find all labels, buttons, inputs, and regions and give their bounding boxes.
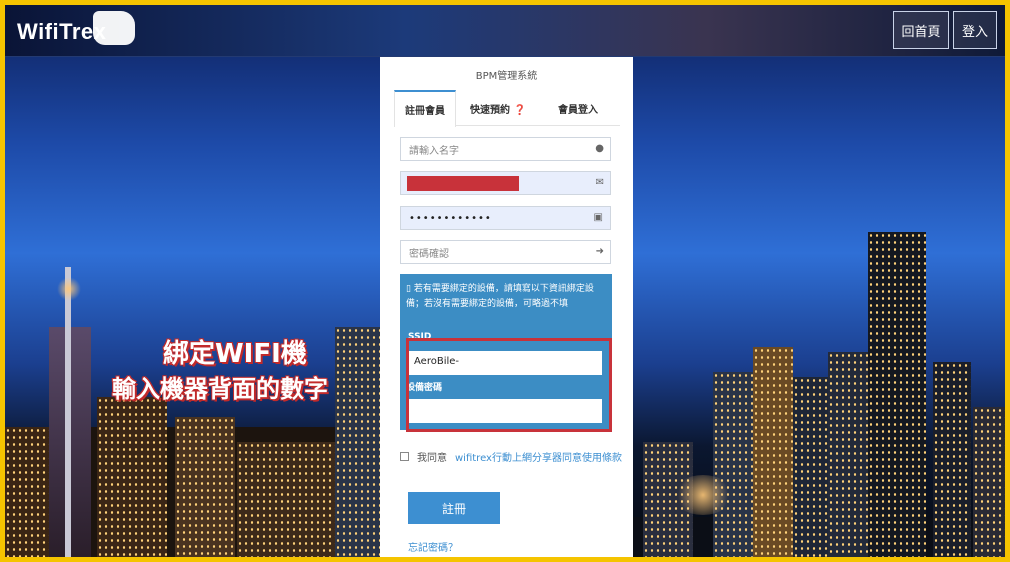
panel-title: BPM管理系統: [475, 71, 538, 82]
name-input[interactable]: 請輸入名字 ●: [400, 137, 611, 161]
terms-prefix: 我同意: [417, 453, 447, 464]
home-button[interactable]: 回首頁: [893, 11, 949, 49]
tab-quick-booking[interactable]: 快速預約 ❓: [460, 90, 536, 126]
user-icon: ●: [595, 143, 604, 154]
overlay-title: 綁定WIFI機: [163, 339, 307, 369]
background-frame: WifiTrex 回首頁 登入 綁定WIFI機 輸入機器背面的數字 BPM管理系…: [5, 5, 1005, 557]
city-skyline-right: [633, 5, 1005, 557]
mobile-icon: ▯: [406, 284, 414, 294]
logo[interactable]: WifiTrex: [17, 19, 106, 45]
tab-bar: 註冊會員 快速預約 ❓ 會員登入: [394, 90, 620, 127]
device-binding-message: 若有需要綁定的設備，請填寫以下資訊綁定設備；若沒有需要綁定的設備，可略過不填: [406, 284, 594, 309]
password-value: ••••••••••••: [409, 212, 492, 224]
confirm-password-input[interactable]: 密碼確認 ➜: [400, 240, 611, 264]
registration-panel: BPM管理系統 註冊會員 快速預約 ❓ 會員登入 請輸入名字 ● ✉ •••••…: [380, 57, 633, 557]
password-input[interactable]: •••••••••••• ▣: [400, 206, 611, 230]
highlight-box: [406, 338, 612, 432]
confirm-placeholder: 密碼確認: [409, 248, 449, 260]
register-button[interactable]: 註冊: [408, 492, 500, 524]
forgot-password-link[interactable]: 忘記密碼？: [408, 539, 458, 554]
overlay-subtitle: 輸入機器背面的數字: [112, 375, 328, 403]
sign-in-icon: ➜: [595, 246, 604, 257]
tab-register[interactable]: 註冊會員: [394, 90, 456, 127]
device-binding-message-wrap: ▯ 若有需要綁定的設備，請填寫以下資訊綁定設備；若沒有需要綁定的設備，可略過不填: [406, 282, 606, 312]
lock-icon: ▣: [593, 212, 604, 223]
tab-member-login[interactable]: 會員登入: [540, 90, 616, 126]
terms-agreement: 我同意 wifitrex行動上網分享器同意使用條款: [400, 449, 622, 464]
city-skyline-left: [5, 5, 380, 557]
terms-link[interactable]: wifitrex行動上網分享器同意使用條款: [455, 449, 622, 464]
email-input[interactable]: ✉: [400, 171, 611, 195]
terms-checkbox[interactable]: [400, 452, 409, 461]
name-placeholder: 請輸入名字: [409, 145, 459, 157]
top-navigation-bar: WifiTrex 回首頁 登入: [5, 5, 1005, 57]
redacted-email: [407, 176, 519, 191]
envelope-icon: ✉: [595, 177, 604, 188]
login-nav-button[interactable]: 登入: [953, 11, 997, 49]
